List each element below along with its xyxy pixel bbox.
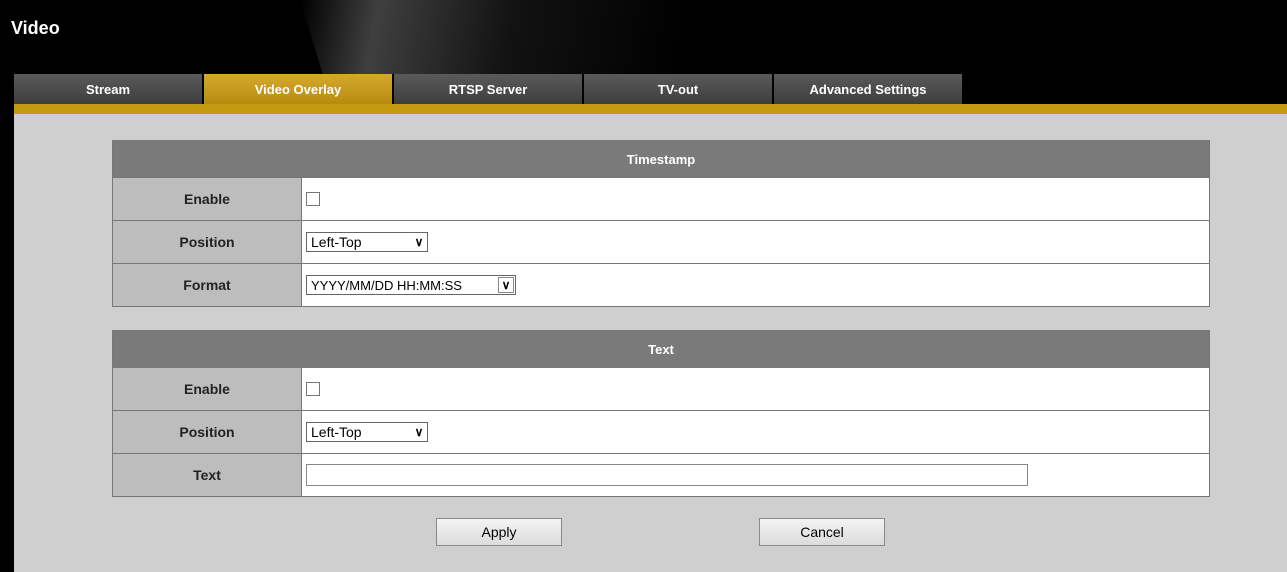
- cancel-button[interactable]: Cancel: [759, 518, 885, 546]
- timestamp-format-value: YYYY/MM/DD HH:MM:SS: [311, 277, 462, 293]
- text-position-value: Left-Top: [311, 424, 362, 440]
- text-input[interactable]: [306, 464, 1028, 486]
- timestamp-format-label: Format: [112, 263, 302, 307]
- timestamp-table: Timestamp Enable Position Left-Top ∨ For…: [112, 140, 1210, 307]
- chevron-down-icon: ∨: [414, 425, 424, 439]
- tab-stream[interactable]: Stream: [14, 74, 202, 104]
- timestamp-enable-label: Enable: [112, 177, 302, 221]
- text-position-label: Position: [112, 410, 302, 454]
- header-decoration: [300, 0, 680, 74]
- timestamp-header: Timestamp: [112, 140, 1210, 178]
- chevron-down-icon: ∨: [498, 277, 514, 293]
- text-enable-checkbox[interactable]: [306, 381, 320, 396]
- tab-advanced-settings[interactable]: Advanced Settings: [774, 74, 962, 104]
- tab-tv-out[interactable]: TV-out: [584, 74, 772, 104]
- tab-rtsp-server[interactable]: RTSP Server: [394, 74, 582, 104]
- timestamp-position-label: Position: [112, 220, 302, 264]
- main-content: Timestamp Enable Position Left-Top ∨ For…: [14, 114, 1287, 572]
- text-header: Text: [112, 330, 1210, 368]
- timestamp-format-select[interactable]: YYYY/MM/DD HH:MM:SS ∨: [306, 275, 516, 295]
- apply-button[interactable]: Apply: [436, 518, 562, 546]
- text-enable-label: Enable: [112, 367, 302, 411]
- timestamp-enable-checkbox[interactable]: [306, 191, 320, 206]
- video-settings-page: Video Stream Video Overlay RTSP Server T…: [0, 0, 1287, 572]
- text-table: Text Enable Position Left-Top ∨ Text: [112, 330, 1210, 497]
- chevron-down-icon: ∨: [414, 235, 424, 249]
- text-text-label: Text: [112, 453, 302, 497]
- tab-underline: [14, 104, 1287, 114]
- text-position-select[interactable]: Left-Top ∨: [306, 422, 428, 442]
- timestamp-position-select[interactable]: Left-Top ∨: [306, 232, 428, 252]
- tab-video-overlay[interactable]: Video Overlay: [204, 74, 392, 104]
- page-title: Video: [11, 18, 60, 38]
- timestamp-position-value: Left-Top: [311, 234, 362, 250]
- tab-bar: Stream Video Overlay RTSP Server TV-out …: [14, 74, 964, 104]
- header-banner: Video: [0, 0, 1287, 74]
